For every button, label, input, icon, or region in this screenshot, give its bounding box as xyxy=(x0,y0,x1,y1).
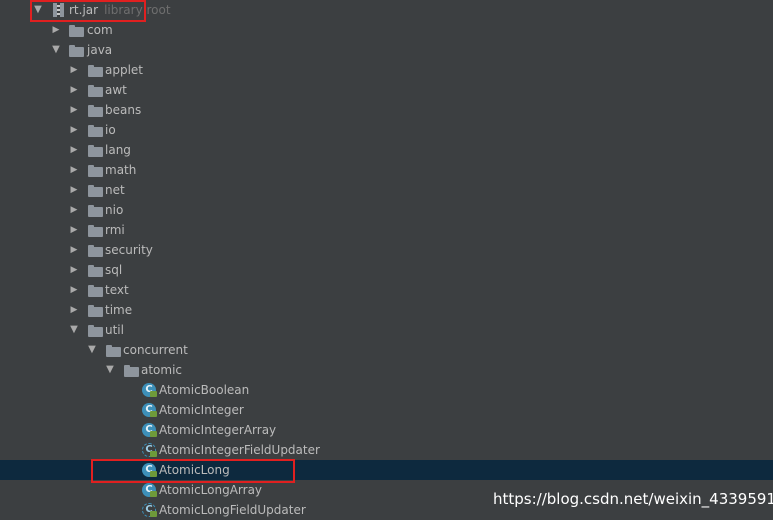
expand-arrow-icon[interactable] xyxy=(32,0,44,20)
tree-node-rt-jar[interactable]: rt.jar library root xyxy=(0,0,773,20)
tree-node-label: com xyxy=(87,23,113,37)
tree-node-label: AtomicInteger xyxy=(159,403,244,417)
tree-node-atomic-boolean[interactable]: C AtomicBoolean xyxy=(0,380,773,400)
class-icon: C xyxy=(142,483,157,497)
collapse-arrow-icon[interactable] xyxy=(68,60,80,80)
tree-node-math[interactable]: math xyxy=(0,160,773,180)
folder-icon xyxy=(88,165,103,177)
tree-node-label: AtomicBoolean xyxy=(159,383,250,397)
tree-node-beans[interactable]: beans xyxy=(0,100,773,120)
jar-icon xyxy=(53,3,64,17)
tree-node-label: beans xyxy=(105,103,142,117)
tree-node-java[interactable]: java xyxy=(0,40,773,60)
tree-node-sql[interactable]: sql xyxy=(0,260,773,280)
folder-icon xyxy=(88,105,103,117)
folder-icon xyxy=(88,65,103,77)
tree-node-io[interactable]: io xyxy=(0,120,773,140)
tree-node-com[interactable]: com xyxy=(0,20,773,40)
collapse-arrow-icon[interactable] xyxy=(68,180,80,200)
collapse-arrow-icon[interactable] xyxy=(68,200,80,220)
folder-icon xyxy=(88,205,103,217)
collapse-arrow-icon[interactable] xyxy=(68,240,80,260)
tree-node-label: AtomicLong xyxy=(159,463,230,477)
tree-node-label: text xyxy=(105,283,129,297)
tree-node-applet[interactable]: applet xyxy=(0,60,773,80)
folder-icon xyxy=(88,265,103,277)
collapse-arrow-icon[interactable] xyxy=(68,260,80,280)
expand-arrow-icon[interactable] xyxy=(86,340,98,360)
tree-node-net[interactable]: net xyxy=(0,180,773,200)
folder-icon xyxy=(124,365,139,377)
tree-node-atomic-integer[interactable]: C AtomicInteger xyxy=(0,400,773,420)
collapse-arrow-icon[interactable] xyxy=(68,280,80,300)
folder-icon xyxy=(88,145,103,157)
collapse-arrow-icon[interactable] xyxy=(68,100,80,120)
abstract-class-icon: C xyxy=(142,443,157,457)
tree-node-text[interactable]: text xyxy=(0,280,773,300)
tree-node-label: rmi xyxy=(105,223,125,237)
expand-arrow-icon[interactable] xyxy=(50,40,62,60)
watermark-text: https://blog.csdn.net/weixin_43395911 xyxy=(493,490,773,508)
tree-node-label: sql xyxy=(105,263,123,277)
tree-node-nio[interactable]: nio xyxy=(0,200,773,220)
tree-node-awt[interactable]: awt xyxy=(0,80,773,100)
tree-node-label: security xyxy=(105,243,153,257)
tree-node-label: util xyxy=(105,323,124,337)
tree-node-label: atomic xyxy=(141,363,183,377)
folder-icon xyxy=(69,25,84,37)
folder-icon xyxy=(88,325,103,337)
expand-arrow-icon[interactable] xyxy=(68,320,80,340)
collapse-arrow-icon[interactable] xyxy=(68,160,80,180)
tree-node-label: AtomicLongArray xyxy=(159,483,263,497)
tree-node-label: nio xyxy=(105,203,124,217)
class-icon: C xyxy=(142,383,157,397)
tree-node-label: math xyxy=(105,163,137,177)
class-icon: C xyxy=(142,403,157,417)
tree-node-label: io xyxy=(105,123,116,137)
tree-node-label: java xyxy=(87,43,113,57)
tree-node-security[interactable]: security xyxy=(0,240,773,260)
collapse-arrow-icon[interactable] xyxy=(50,20,62,40)
collapse-arrow-icon[interactable] xyxy=(68,80,80,100)
tree-node-label: awt xyxy=(105,83,127,97)
tree-node-label: AtomicIntegerFieldUpdater xyxy=(159,443,320,457)
folder-icon xyxy=(88,245,103,257)
tree-node-atomic[interactable]: atomic xyxy=(0,360,773,380)
folder-icon xyxy=(88,185,103,197)
class-icon: C xyxy=(142,423,157,437)
tree-node-label: lang xyxy=(105,143,131,157)
tree-node-atomic-integer-array[interactable]: C AtomicIntegerArray xyxy=(0,420,773,440)
tree-node-label: AtomicIntegerArray xyxy=(159,423,277,437)
folder-icon xyxy=(69,45,84,57)
tree-node-util[interactable]: util xyxy=(0,320,773,340)
expand-arrow-icon[interactable] xyxy=(104,360,116,380)
folder-icon xyxy=(106,345,121,357)
library-root-hint: library root xyxy=(104,3,171,17)
tree-node-label: AtomicLongFieldUpdater xyxy=(159,503,306,517)
collapse-arrow-icon[interactable] xyxy=(68,140,80,160)
class-icon: C xyxy=(142,463,157,477)
tree-node-label: time xyxy=(105,303,133,317)
collapse-arrow-icon[interactable] xyxy=(68,120,80,140)
tree-node-rmi[interactable]: rmi xyxy=(0,220,773,240)
tree-node-label: rt.jar xyxy=(69,3,99,17)
folder-icon xyxy=(88,125,103,137)
tree-node-atomic-long[interactable]: C AtomicLong xyxy=(0,460,773,480)
tree-node-atomic-integer-field-updater[interactable]: C AtomicIntegerFieldUpdater xyxy=(0,440,773,460)
abstract-class-icon: C xyxy=(142,503,157,517)
tree-node-label: applet xyxy=(105,63,144,77)
tree-node-label: net xyxy=(105,183,125,197)
collapse-arrow-icon[interactable] xyxy=(68,300,80,320)
tree-node-time[interactable]: time xyxy=(0,300,773,320)
folder-icon xyxy=(88,85,103,97)
folder-icon xyxy=(88,285,103,297)
collapse-arrow-icon[interactable] xyxy=(68,220,80,240)
project-tree: rt.jar library root com java applet awt b… xyxy=(0,0,773,520)
folder-icon xyxy=(88,225,103,237)
tree-node-lang[interactable]: lang xyxy=(0,140,773,160)
tree-node-label: concurrent xyxy=(123,343,188,357)
tree-node-concurrent[interactable]: concurrent xyxy=(0,340,773,360)
folder-icon xyxy=(88,305,103,317)
